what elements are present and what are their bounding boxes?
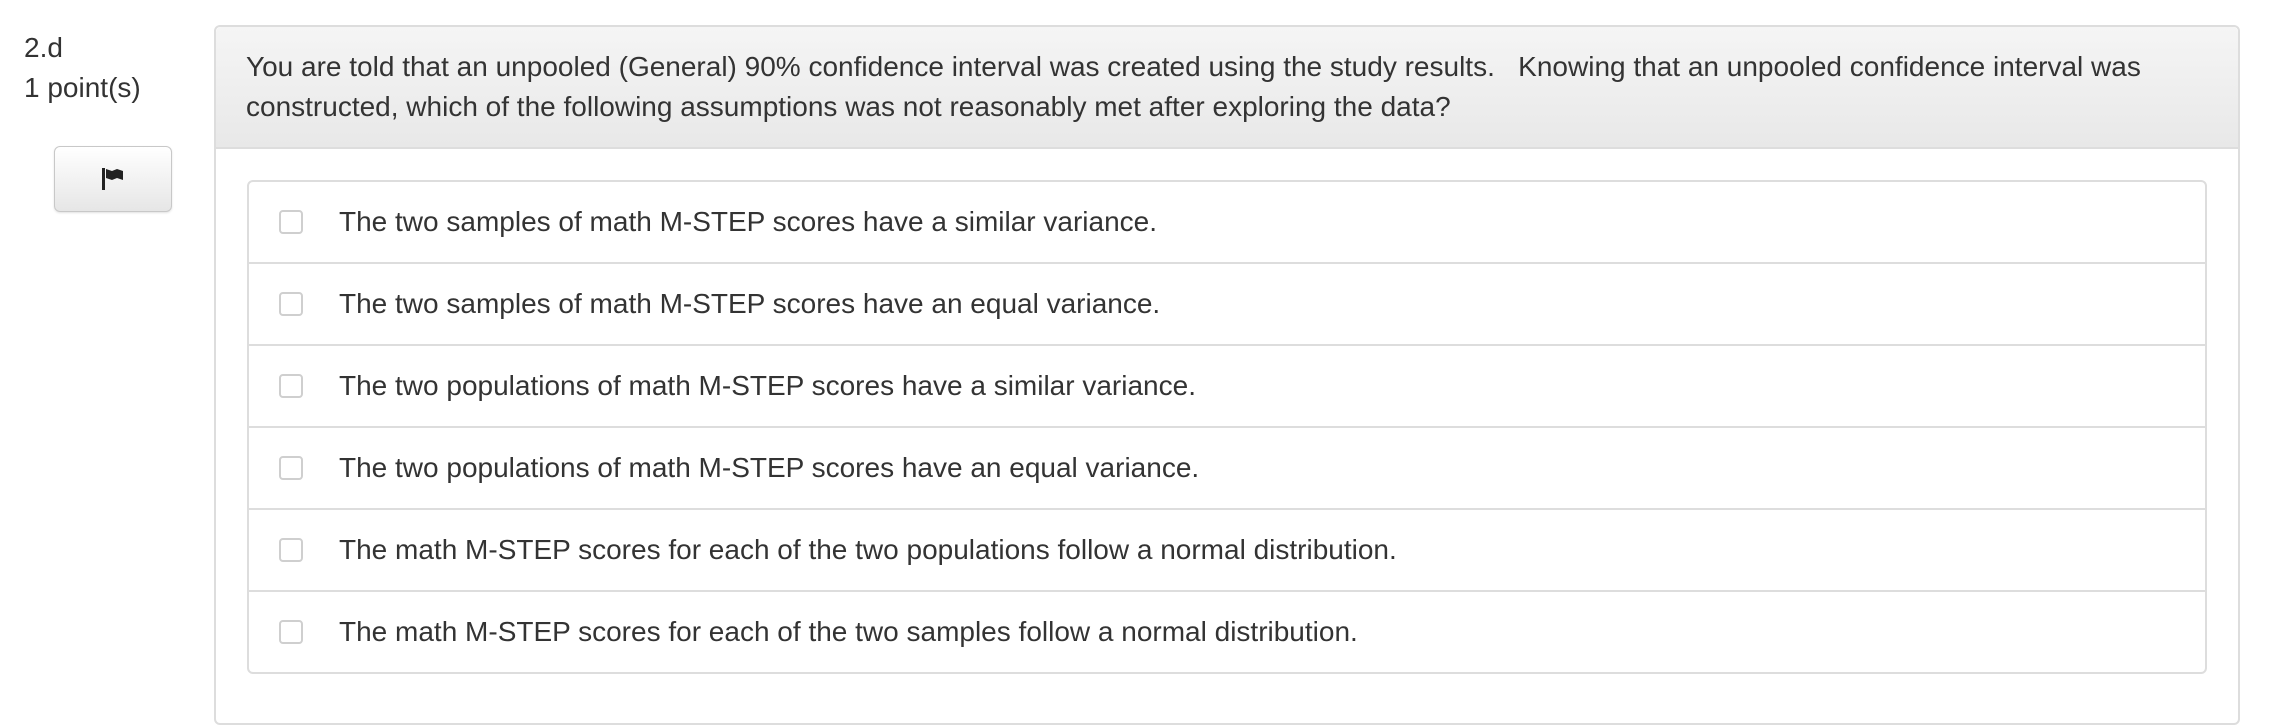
option-label: The two samples of math M-STEP scores ha… bbox=[339, 288, 1161, 319]
option-label: The two populations of math M-STEP score… bbox=[339, 370, 1196, 401]
option-checkbox[interactable] bbox=[279, 292, 303, 316]
answer-option-2[interactable]: The two samples of math M-STEP scores ha… bbox=[249, 262, 2205, 344]
option-checkbox[interactable] bbox=[279, 620, 303, 644]
option-checkbox[interactable] bbox=[279, 456, 303, 480]
option-label: The two samples of math M-STEP scores ha… bbox=[339, 206, 1158, 237]
answer-option-3[interactable]: The two populations of math M-STEP score… bbox=[249, 344, 2205, 426]
option-checkbox[interactable] bbox=[279, 210, 303, 234]
flag-icon bbox=[100, 167, 126, 191]
option-checkbox[interactable] bbox=[279, 374, 303, 398]
answer-option-1[interactable]: The two samples of math M-STEP scores ha… bbox=[249, 182, 2205, 262]
answer-option-6[interactable]: The math M-STEP scores for each of the t… bbox=[249, 590, 2205, 672]
answer-option-4[interactable]: The two populations of math M-STEP score… bbox=[249, 426, 2205, 508]
question-panel: You are told that an unpooled (General) … bbox=[214, 25, 2240, 725]
option-label: The two populations of math M-STEP score… bbox=[339, 452, 1200, 483]
answer-option-5[interactable]: The math M-STEP scores for each of the t… bbox=[249, 508, 2205, 590]
question-header: You are told that an unpooled (General) … bbox=[216, 27, 2238, 149]
option-label: The math M-STEP scores for each of the t… bbox=[339, 616, 1358, 647]
question-number: 2.d bbox=[24, 32, 63, 63]
option-label: The math M-STEP scores for each of the t… bbox=[339, 534, 1397, 565]
flag-question-button[interactable] bbox=[54, 146, 172, 212]
option-checkbox[interactable] bbox=[279, 538, 303, 562]
question-points: 1 point(s) bbox=[24, 72, 141, 103]
answer-options-list: The two samples of math M-STEP scores ha… bbox=[247, 180, 2207, 674]
question-text: You are told that an unpooled (General) … bbox=[246, 51, 2149, 122]
question-info: 2.d 1 point(s) bbox=[24, 28, 184, 108]
